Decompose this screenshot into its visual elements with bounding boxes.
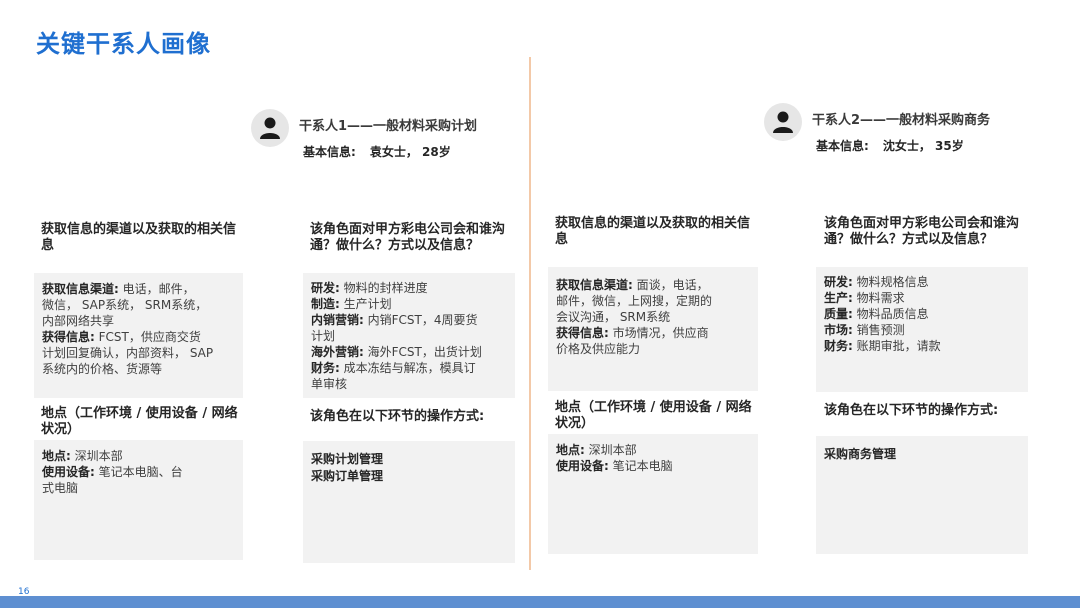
box-line: 价格及供应能力 <box>556 342 641 356</box>
contact-box: 研发: 物料规格信息 生产: 物料需求 质量: 物料品质信息 市场: 销售预测 … <box>816 267 1028 392</box>
box-line: 使用设备: 笔记本电脑、台 <box>42 465 183 479</box>
box-line: 市场: 销售预测 <box>824 323 905 337</box>
info-value: 沈女士， 35岁 <box>882 139 964 153</box>
channel-heading: 获取信息的渠道以及获取的相关信息 <box>41 222 237 253</box>
section-divider <box>529 57 531 570</box>
box-line: 地点: 深圳本部 <box>42 449 123 463</box>
box-line: 海外营销: 海外FCST，出货计划 <box>311 345 482 359</box>
stakeholder-1-name: 干系人1——一般材料采购计划 <box>299 119 478 134</box>
info-label: 基本信息: <box>303 145 356 159</box>
channel-box: 获取信息渠道: 面谈，电话， 邮件，微信，上网搜，定期的 会议沟通， SRM系统… <box>548 267 758 391</box>
stakeholder-2-info: 基本信息: 沈女士， 35岁 <box>816 137 964 154</box>
stakeholder-1-info: 基本信息: 袁女士， 28岁 <box>303 143 451 160</box>
person-icon <box>764 103 802 141</box>
channel-heading: 获取信息的渠道以及获取的相关信息 <box>555 216 751 247</box>
channel-box: 获取信息渠道: 电话，邮件， 微信， SAP系统， SRM系统， 内部网络共享 … <box>34 273 243 398</box>
box-line: 获得信息: 市场情况，供应商 <box>556 326 709 340</box>
box-line: 邮件，微信，上网搜，定期的 <box>556 294 713 308</box>
ops-box: 采购计划管理 采购订单管理 <box>303 441 515 563</box>
location-box: 地点: 深圳本部 使用设备: 笔记本电脑 <box>548 434 758 554</box>
box-line: 研发: 物料规格信息 <box>824 275 929 289</box>
box-line: 使用设备: 笔记本电脑 <box>556 459 673 473</box>
ops-heading: 该角色在以下环节的操作方式: <box>310 409 485 424</box>
info-label: 基本信息: <box>816 139 869 153</box>
stakeholder-2-name: 干系人2——一般材料采购商务 <box>812 113 991 128</box>
contact-heading: 该角色面对甲方彩电公司会和谁沟通？做什么？方式以及信息？ <box>310 222 506 253</box>
box-line: 计划 <box>311 329 336 343</box>
box-line: 会议沟通， SRM系统 <box>556 310 671 324</box>
box-line: 内部网络共享 <box>42 314 115 328</box>
location-box: 地点: 深圳本部 使用设备: 笔记本电脑、台 式电脑 <box>34 440 243 560</box>
ops-item: 采购订单管理 <box>311 469 384 483</box>
page-title: 关键干系人画像 <box>36 30 211 58</box>
contact-box: 研发: 物料的封样进度 制造: 生产计划 内销营销: 内销FCST，4周要货 计… <box>303 273 515 398</box>
box-line: 系统内的价格、货源等 <box>42 362 163 376</box>
box-line: 生产: 物料需求 <box>824 291 905 305</box>
box-line: 微信， SAP系统， SRM系统， <box>42 298 208 312</box>
box-line: 获得信息: FCST，供应商交货 <box>42 330 201 344</box>
location-heading: 地点（工作环境 / 使用设备 / 网络状况） <box>555 400 752 431</box>
box-line: 计划回复确认，内部资料， SAP <box>42 346 214 360</box>
location-heading: 地点（工作环境 / 使用设备 / 网络状况） <box>41 406 238 437</box>
box-line: 财务: 账期审批，请款 <box>824 339 941 353</box>
contact-heading: 该角色面对甲方彩电公司会和谁沟通？做什么？方式以及信息？ <box>824 216 1020 247</box>
box-line: 地点: 深圳本部 <box>556 443 637 457</box>
box-line: 内销营销: 内销FCST，4周要货 <box>311 313 478 327</box>
box-line: 单审核 <box>311 377 348 391</box>
ops-item: 采购计划管理 <box>311 452 384 466</box>
ops-box: 采购商务管理 <box>816 436 1028 554</box>
ops-item: 采购商务管理 <box>824 447 897 461</box>
box-line: 财务: 成本冻结与解冻，模具订 <box>311 361 476 375</box>
box-line: 制造: 生产计划 <box>311 297 392 311</box>
ops-heading: 该角色在以下环节的操作方式: <box>824 403 999 418</box>
footer-bar <box>0 596 1080 608</box>
box-line: 获取信息渠道: 电话，邮件， <box>42 282 195 296</box>
person-icon <box>251 109 289 147</box>
box-line: 获取信息渠道: 面谈，电话， <box>556 278 709 292</box>
box-line: 质量: 物料品质信息 <box>824 307 929 321</box>
box-line: 研发: 物料的封样进度 <box>311 281 428 295</box>
box-line: 式电脑 <box>42 481 79 495</box>
info-value: 袁女士， 28岁 <box>369 145 451 159</box>
